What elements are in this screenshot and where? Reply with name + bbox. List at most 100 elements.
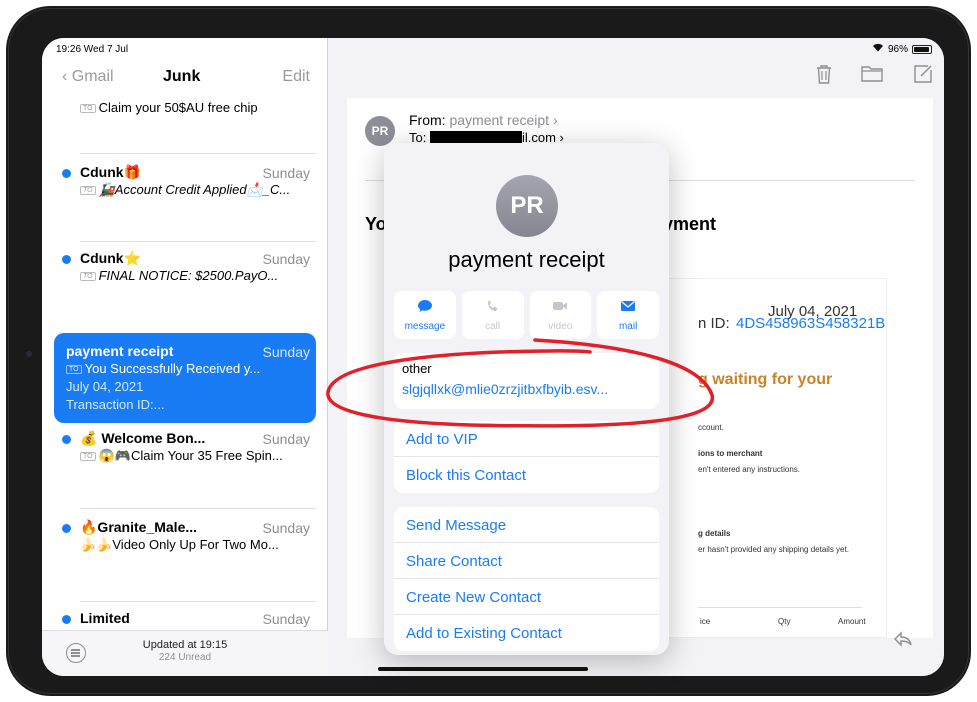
status-bar: 19:26 Wed 7 Jul [42,38,327,58]
wifi-icon [872,43,884,55]
mail-date: Sunday [262,611,310,627]
list-item[interactable]: Limited Sunday [54,610,316,630]
to-tag: TO [80,272,96,282]
status-indicators: 96% [872,43,932,55]
account-text: ccount. [698,423,724,432]
table-divider [698,607,862,608]
share-contact-button[interactable]: Share Contact [394,543,659,579]
phone-icon [462,299,524,316]
mail-sender: payment receipt [66,343,174,359]
contact-name: payment receipt [448,247,605,272]
trash-icon[interactable] [815,64,833,89]
send-message-button[interactable]: Send Message [394,507,659,543]
contact-card-popover: PR payment receipt message call video ma… [384,143,669,655]
email-address-row[interactable]: other slgjqllxk@mlie0zrzjitbxfbyib.esv..… [394,353,659,409]
list-item[interactable]: 🔥Granite_Male... Sunday 🍌🍌Video Only Up … [54,519,316,579]
contact-avatar: PR [496,175,558,237]
txn-id[interactable]: 4DS458963S458321B [736,315,885,332]
mail-sender: 💰 Welcome Bon... [80,430,206,446]
mail-date: Sunday [262,431,310,447]
mailbox-title: Junk [163,68,201,85]
email-label: other [402,361,432,376]
battery-icon [912,44,932,54]
mail-sender: Cdunk🎁 [80,164,141,180]
to-tag: TO [80,452,96,462]
mail-subject: TO You Successfully Received y... [66,361,296,376]
mail-date: Sunday [262,165,310,181]
mail-date: Sunday [262,344,310,360]
mail-subject: TO FINAL NOTICE: $2500.PayO... [80,268,310,283]
sender-avatar[interactable]: PR [365,116,395,146]
video-button[interactable]: video [529,291,592,339]
mail-preview-line: Transaction ID:... [66,397,165,412]
from-name[interactable]: payment receipt [449,112,549,128]
list-item-partial[interactable]: TO Claim your 50$AU free chip [54,98,316,118]
add-to-vip-button[interactable]: Add to VIP [394,421,659,457]
contact-actions-group: Send Message Share Contact Create New Co… [394,507,659,651]
edit-button[interactable]: Edit [282,68,310,86]
divider [80,508,316,509]
list-item[interactable]: Cdunk⭐ Sunday TO FINAL NOTICE: $2500.PayO… [54,250,316,310]
speech-bubble-icon [394,299,456,316]
to-tag: TO [80,104,96,114]
list-item[interactable]: Cdunk🎁 Sunday TO 🚂Account Credit Applied📩… [54,164,316,224]
camera-dot [26,351,32,357]
shipping-heading: g details [698,529,731,538]
unread-count: 224 Unread [158,652,212,663]
message-button[interactable]: message [394,291,456,339]
nav-bar: ‹ Gmail Junk Edit [42,62,328,96]
contact-options-group: Add to VIP Block this Contact [394,421,659,493]
instructions-heading: ions to merchant [698,449,763,458]
status-time: 19:26 Wed 7 Jul [56,44,129,55]
battery-percent: 96% [887,43,908,55]
status-bar-right: 96% [329,38,944,58]
home-indicator [378,667,588,671]
back-label: Gmail [71,68,114,85]
mail-sender: Cdunk⭐ [80,250,141,266]
envelope-icon [597,299,659,315]
mail-subject: TO 😱🎮Claim Your 35 Free Spin... [80,448,310,464]
waiting-text: g waiting for your [698,371,833,388]
block-contact-button[interactable]: Block this Contact [394,457,659,493]
mail-subject: TO 🚂Account Credit Applied📩_C... [80,182,310,198]
mail-date: Sunday [262,520,310,536]
to-tag: TO [80,186,96,196]
mail-button[interactable]: mail [597,291,659,339]
mail-sender: 🔥Granite_Male... [80,519,198,535]
mail-subject: TO Claim your 50$AU free chip [80,100,310,115]
action-label: video [548,321,573,332]
to-tag: TO [66,365,82,375]
list-item[interactable]: 💰 Welcome Bon... Sunday TO 😱🎮Claim Your 3… [54,430,316,490]
mail-preview-line: July 04, 2021 [66,379,144,394]
back-button[interactable]: ‹ Gmail [62,68,114,86]
unread-dot [62,255,71,264]
reply-icon[interactable] [894,631,912,652]
list-item-selected[interactable]: payment receipt Sunday TO You Successfull… [54,333,316,423]
action-label: message [404,321,446,332]
unread-dot [62,435,71,444]
sidebar-bottom-bar: Updated at 19:15 224 Unread [42,630,328,676]
col-amount: Amount [838,617,866,626]
contact-actions: message call video mail [394,291,659,339]
unread-dot [62,524,71,533]
video-camera-icon [530,299,592,315]
email-value[interactable]: slgjqllxk@mlie0zrzjitbxfbyib.esv... [402,381,608,397]
shipping-body: er hasn't provided any shipping details … [698,545,849,554]
mail-sender: Limited [80,610,130,626]
create-new-contact-button[interactable]: Create New Contact [394,579,659,615]
mail-list-sidebar: 19:26 Wed 7 Jul ‹ Gmail Junk Edit TO Clai… [42,38,328,676]
col-qty: Qty [778,617,791,626]
action-label: mail [618,321,638,332]
mail-date: Sunday [262,251,310,267]
action-label: call [485,321,501,332]
divider [80,153,316,154]
divider [80,241,316,242]
call-button[interactable]: call [461,291,524,339]
unread-dot [62,169,71,178]
compose-icon[interactable] [913,64,933,89]
col-price: ice [700,617,711,626]
mail-subject: 🍌🍌Video Only Up For Two Mo... [80,537,279,552]
add-to-existing-contact-button[interactable]: Add to Existing Contact [394,615,659,651]
folder-icon[interactable] [861,64,883,87]
instructions-body: en't entered any instructions. [698,465,801,474]
